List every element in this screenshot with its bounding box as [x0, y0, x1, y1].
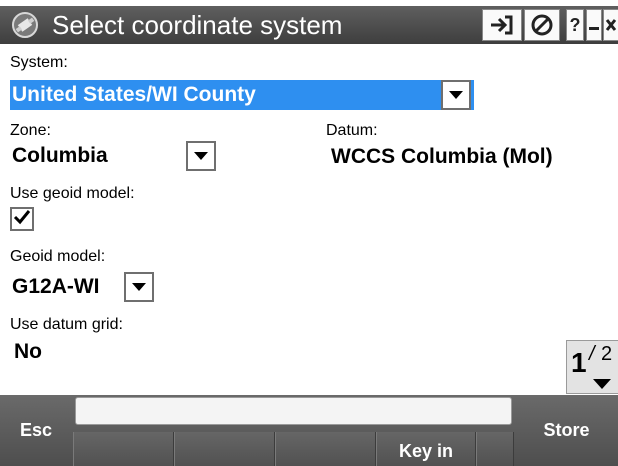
login-button[interactable]	[482, 9, 522, 41]
esc-label: Esc	[19, 420, 53, 440]
esc-button[interactable]: Esc	[0, 395, 72, 466]
page-indicator-button[interactable]: 1 / 2	[566, 340, 618, 394]
page-separator: /	[589, 343, 595, 365]
geoid-model-value: G12A-WI	[12, 275, 100, 298]
minimize-button[interactable]	[586, 9, 602, 41]
datum-value: WCCS Columbia (Mol)	[331, 145, 553, 168]
page-total: 2	[601, 343, 613, 365]
chevron-down-icon	[132, 283, 146, 291]
window-title: Select coordinate system	[52, 10, 343, 40]
no-entry-icon	[531, 14, 553, 36]
zone-select[interactable]: Columbia	[10, 141, 186, 171]
key-in-button[interactable]: Key in	[376, 432, 476, 466]
help-button[interactable]: ?	[566, 9, 584, 41]
close-button[interactable]	[603, 9, 618, 41]
system-select[interactable]: United States/WI County	[10, 80, 474, 110]
softkey-2[interactable]	[174, 432, 275, 466]
softkey-5[interactable]	[476, 432, 514, 466]
system-label: System:	[10, 54, 68, 71]
app-satellite-icon[interactable]	[10, 10, 40, 40]
geoid-model-label: Geoid model:	[10, 248, 106, 265]
use-datum-grid-value: No	[14, 340, 42, 363]
next-page-arrow-icon	[593, 379, 611, 389]
geoid-model-select[interactable]: G12A-WI	[10, 272, 122, 302]
use-geoid-checkbox[interactable]	[10, 207, 34, 231]
softkey-3[interactable]	[275, 432, 376, 466]
minimize-icon	[588, 14, 600, 36]
system-value: United States/WI County	[12, 83, 256, 106]
login-arrow-icon	[489, 14, 515, 36]
chevron-down-icon	[449, 91, 463, 99]
entry-input[interactable]	[75, 397, 512, 425]
checkmark-icon	[13, 208, 31, 231]
use-datum-grid-label: Use datum grid:	[10, 316, 123, 333]
use-geoid-label: Use geoid model:	[10, 185, 135, 202]
softkey-1[interactable]	[73, 432, 174, 466]
zone-label: Zone:	[10, 122, 51, 139]
page-current: 1	[571, 347, 587, 378]
zone-value: Columbia	[12, 144, 108, 167]
system-dropdown-button[interactable]	[441, 80, 471, 110]
help-icon: ?	[569, 14, 581, 35]
key-in-label: Key in	[398, 441, 454, 461]
store-button[interactable]: Store	[515, 395, 618, 466]
geoid-model-dropdown-button[interactable]	[124, 272, 154, 302]
store-label: Store	[543, 420, 590, 440]
title-bar: Select coordinate system ?	[0, 6, 618, 44]
chevron-down-icon	[194, 152, 208, 160]
zone-dropdown-button[interactable]	[186, 141, 216, 171]
no-entry-button[interactable]	[524, 9, 560, 41]
close-icon	[605, 14, 617, 36]
datum-label: Datum:	[326, 122, 378, 139]
